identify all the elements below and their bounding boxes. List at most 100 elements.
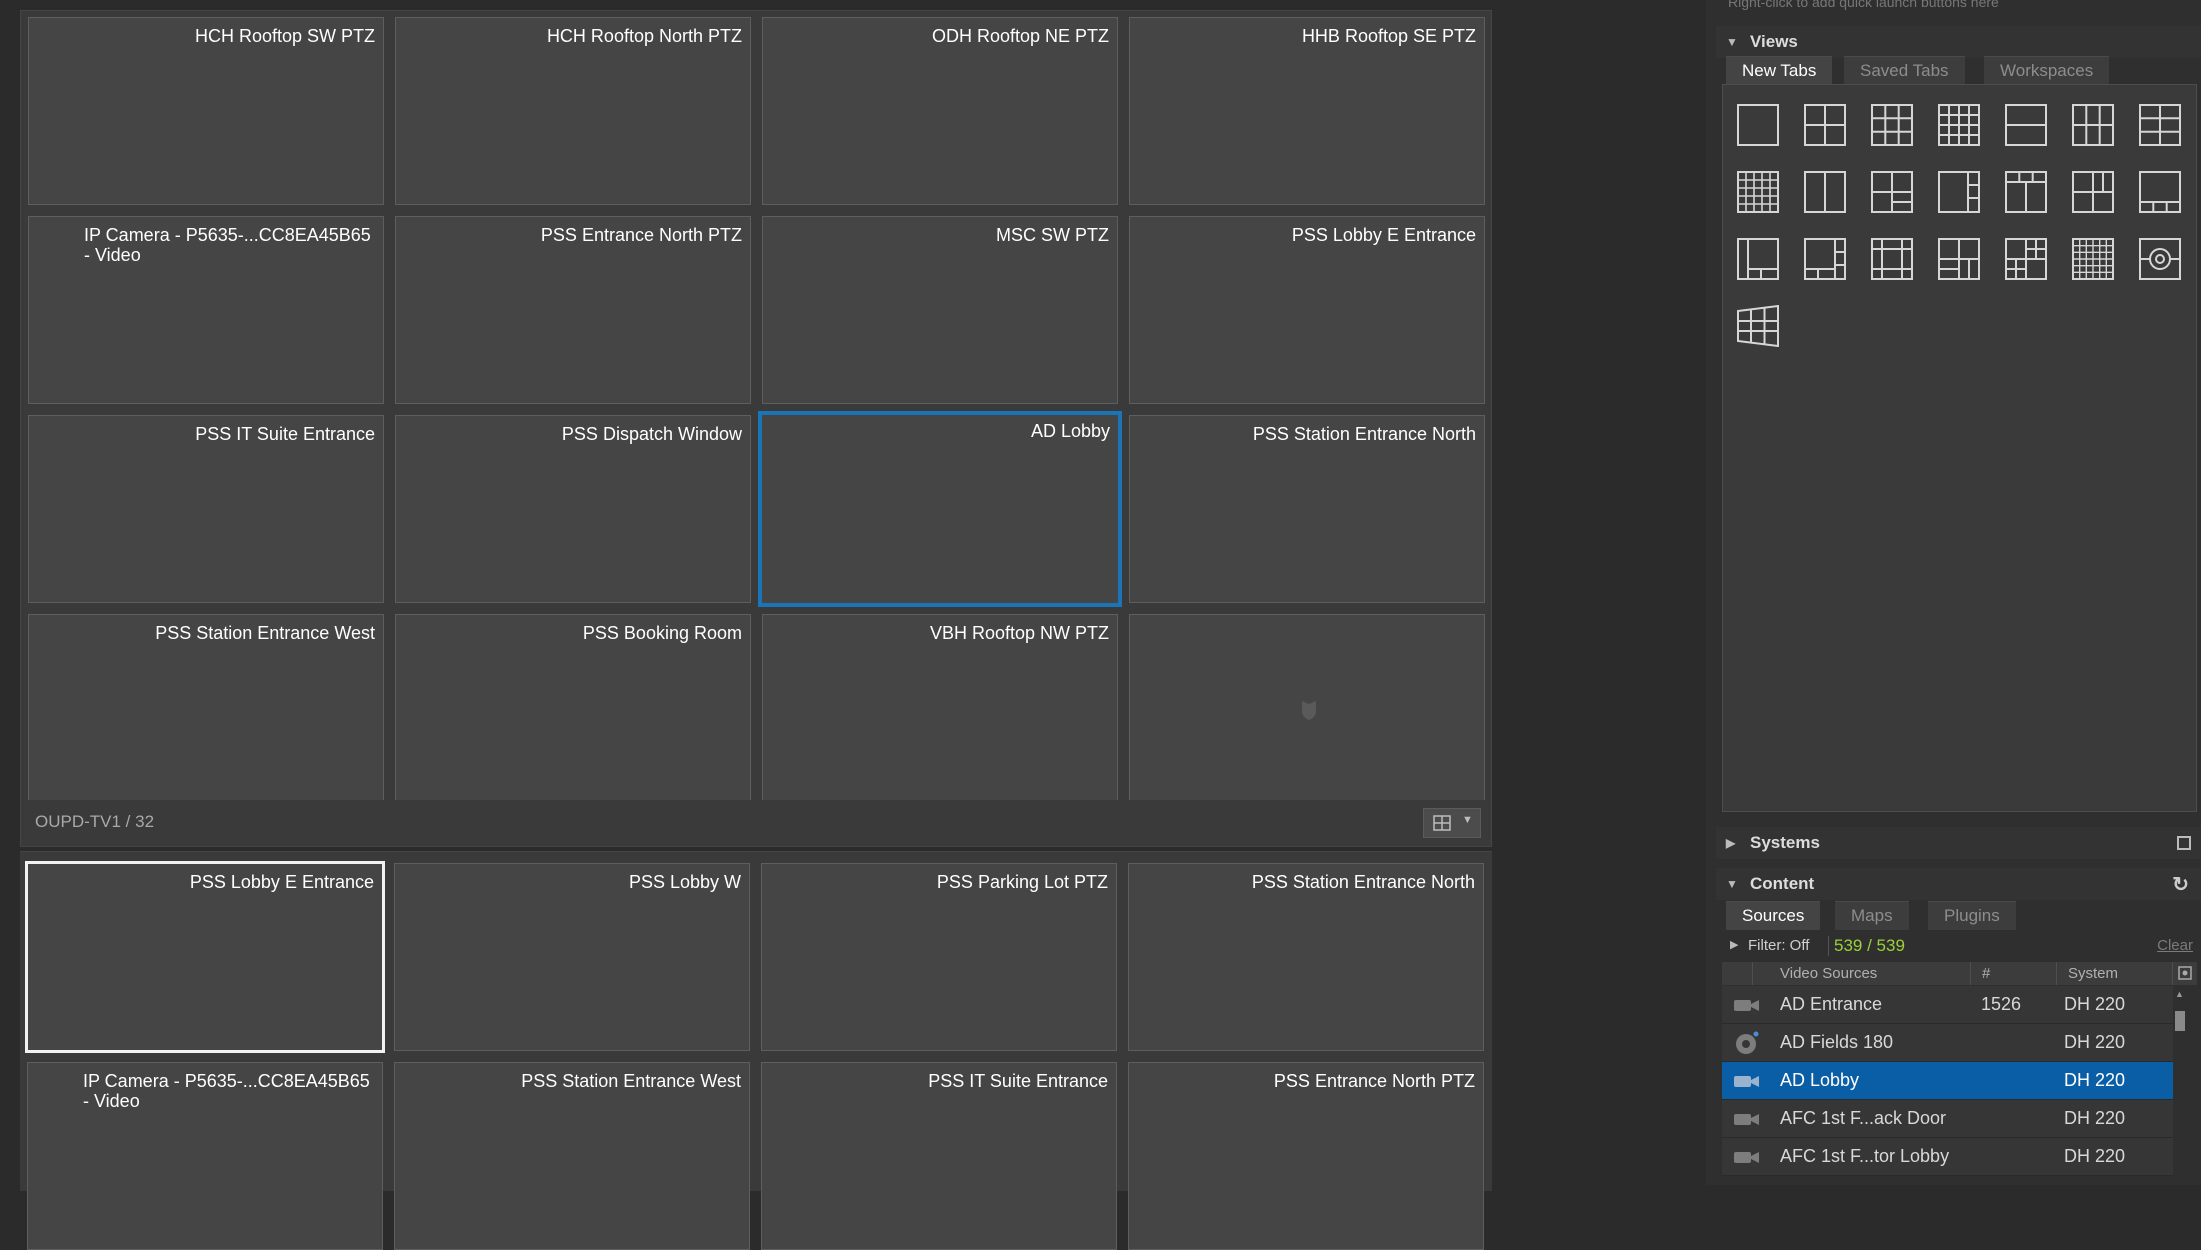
video-tile-selected[interactable]: AD Lobby (758, 411, 1122, 607)
layout-3x3-icon[interactable] (1871, 104, 1913, 146)
video-tile[interactable]: PSS Dispatch Window (395, 415, 751, 603)
filter-divider (1828, 936, 1829, 956)
source-name: AFC 1st F...ack Door (1780, 1108, 1947, 1128)
layout-wide-center-icon[interactable] (2005, 171, 2047, 213)
camera-icon (1734, 1076, 1759, 1087)
tab-new-tabs[interactable]: New Tabs (1726, 56, 1833, 85)
source-row[interactable]: AFC 1st F...ack Door DH 220 (1722, 1100, 2180, 1138)
video-tile[interactable]: IP Camera - P5635-...CC8EA45B65 - Video (27, 1062, 383, 1250)
popout-icon[interactable] (2177, 836, 2191, 850)
dome-camera-icon (1736, 1031, 1759, 1054)
video-tile[interactable]: PSS Entrance North PTZ (395, 216, 751, 404)
right-panel: Right-click to add quick launch buttons … (1706, 0, 2201, 1185)
video-tile[interactable]: HCH Rooftop SW PTZ (28, 17, 384, 205)
source-row[interactable]: AFC 1st F...tor Lobby DH 220 (1722, 1138, 2180, 1176)
views-title: Views (1750, 32, 1798, 51)
layout-big-left-icon[interactable] (1938, 171, 1980, 213)
content-header[interactable]: ▼ Content ↻ (1716, 868, 2201, 900)
tile-label: HCH Rooftop SW PTZ (194, 26, 375, 46)
refresh-icon[interactable]: ↻ (2172, 872, 2189, 897)
tab-saved-tabs[interactable]: Saved Tabs (1844, 56, 1965, 85)
source-name: AD Entrance (1780, 994, 1883, 1014)
expand-triangle-icon[interactable]: ▶ (1730, 938, 1738, 951)
layout-perspective-icon[interactable] (1737, 305, 1779, 347)
video-tile[interactable]: HCH Rooftop North PTZ (395, 17, 751, 205)
video-tile[interactable]: PSS Lobby E Entrance (1129, 216, 1485, 404)
tab-maps[interactable]: Maps (1835, 901, 1909, 930)
filter-label[interactable]: Filter: Off (1748, 937, 1809, 954)
layout-1x1-icon[interactable] (1737, 104, 1779, 146)
video-tile[interactable]: PSS IT Suite Entrance (761, 1062, 1117, 1250)
quick-launch-bar[interactable]: Right-click to add quick launch buttons … (1716, 0, 2201, 12)
source-row[interactable]: AD Entrance 1526 DH 220 (1722, 986, 2180, 1024)
layout-5x5-icon[interactable] (1737, 171, 1779, 213)
layout-360-camera-icon[interactable] (2139, 238, 2181, 280)
layout-2x2-icon[interactable] (1804, 104, 1846, 146)
video-wall-bottom: PSS Lobby E Entrance PSS Lobby W PSS Par… (20, 851, 1492, 1250)
tile-label: PSS Station Entrance North (1252, 424, 1476, 444)
video-tile[interactable]: PSS Station Entrance North (1128, 863, 1484, 1051)
video-tile[interactable]: PSS Station Entrance West (28, 614, 384, 802)
video-tile[interactable]: PSS Booking Room (395, 614, 751, 802)
layout-2-vertical-icon[interactable] (1804, 171, 1846, 213)
source-system: DH 220 (2064, 1070, 2126, 1090)
video-tile[interactable]: PSS Parking Lot PTZ (761, 863, 1117, 1051)
layout-l-shape-right-icon[interactable] (1804, 238, 1846, 280)
tile-label: HHB Rooftop SE PTZ (1301, 26, 1476, 46)
tab-workspaces[interactable]: Workspaces (1984, 56, 2110, 85)
video-tile[interactable]: IP Camera - P5635-...CC8EA45B65 - Video (28, 216, 384, 404)
views-header[interactable]: ▼ Views (1716, 26, 2201, 58)
column-divider (1752, 962, 1753, 985)
tab-sources[interactable]: Sources (1726, 901, 1821, 930)
column-divider (2172, 962, 2173, 985)
layout-4x4-icon[interactable] (1938, 104, 1980, 146)
tile-label: PSS Lobby E Entrance (189, 872, 374, 892)
tab-plugins[interactable]: Plugins (1928, 901, 2016, 930)
layout-3x2-icon[interactable] (2072, 104, 2114, 146)
video-tile[interactable]: HHB Rooftop SE PTZ (1129, 17, 1485, 205)
source-system: DH 220 (2064, 994, 2126, 1014)
source-number: 1526 (1981, 994, 2022, 1014)
camera-icon (1734, 1000, 1759, 1011)
scroll-thumb[interactable] (2175, 1011, 2185, 1031)
layout-2x3-icon[interactable] (2139, 104, 2181, 146)
video-tile[interactable]: PSS Lobby W (394, 863, 750, 1051)
grid-layout-icon (1433, 815, 1451, 831)
systems-header[interactable]: ▶ Systems (1716, 827, 2201, 859)
video-tile[interactable]: PSS Station Entrance West (394, 1062, 750, 1250)
layout-l-shape-icon[interactable] (1737, 238, 1779, 280)
wall-footer: OUPD-TV1 / 32 ▼ (21, 800, 1491, 846)
column-video-sources[interactable]: Video Sources (1780, 965, 1877, 982)
video-tile[interactable]: VBH Rooftop NW PTZ (762, 614, 1118, 802)
layout-1-plus-3-icon[interactable] (1871, 171, 1913, 213)
tile-label: HCH Rooftop North PTZ (546, 26, 742, 46)
video-tile[interactable]: PSS IT Suite Entrance (28, 415, 384, 603)
tile-label: PSS Station Entrance North (1251, 872, 1475, 892)
clear-filter-link[interactable]: Clear (2157, 937, 2193, 954)
video-tile[interactable]: PSS Station Entrance North (1129, 415, 1485, 603)
layout-mixed-grid-icon[interactable] (2005, 238, 2047, 280)
layout-mixed-icon[interactable] (1938, 238, 1980, 280)
video-tile[interactable]: PSS Entrance North PTZ (1128, 1062, 1484, 1250)
layout-surround-icon[interactable] (1871, 238, 1913, 280)
layout-2-horizontal-icon[interactable] (2005, 104, 2047, 146)
video-tile[interactable]: ODH Rooftop NE PTZ (762, 17, 1118, 205)
video-tile-selected[interactable]: PSS Lobby E Entrance (25, 861, 385, 1053)
column-number[interactable]: # (1982, 965, 1990, 982)
source-system: DH 220 (2064, 1146, 2126, 1166)
tile-label: PSS Entrance North PTZ (1273, 1071, 1475, 1091)
video-tile[interactable]: MSC SW PTZ (762, 216, 1118, 404)
layout-big-top-icon[interactable] (2139, 171, 2181, 213)
column-system[interactable]: System (2068, 965, 2118, 982)
layout-dropdown[interactable]: ▼ (1423, 808, 1481, 838)
layout-corner-icon[interactable] (2072, 171, 2114, 213)
source-row[interactable]: AD Fields 180 DH 220 (1722, 1024, 2180, 1062)
source-row-selected[interactable]: AD Lobby DH 220 (1722, 1062, 2180, 1100)
source-system: DH 220 (2064, 1108, 2126, 1128)
scroll-up-icon[interactable]: ▲ (2175, 989, 2184, 999)
layout-6x6-icon[interactable] (2072, 238, 2114, 280)
sources-scrollbar[interactable]: ▲ (2173, 985, 2187, 1185)
video-tile-empty[interactable] (1129, 614, 1485, 802)
tile-label: ODH Rooftop NE PTZ (931, 26, 1109, 46)
column-chooser-icon[interactable] (2178, 966, 2192, 980)
